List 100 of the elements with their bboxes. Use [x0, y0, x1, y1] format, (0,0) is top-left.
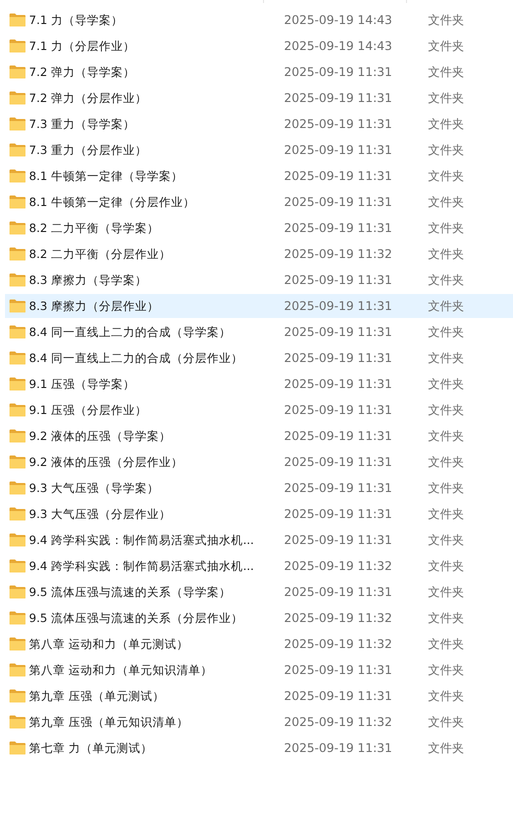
folder-icon: [9, 143, 26, 157]
file-row[interactable]: 9.3 大气压强（分层作业） 2025-09-19 11:31 文件夹: [5, 502, 513, 526]
folder-icon: [9, 507, 26, 521]
file-name: 9.5 流体压强与流速的关系（导学案）: [29, 584, 232, 600]
file-name: 7.2 弹力（导学案）: [29, 64, 136, 80]
folder-icon: [9, 715, 26, 729]
file-row[interactable]: 9.4 跨学科实践：制作简易活塞式抽水机... 2025-09-19 11:32 文件夹: [5, 554, 513, 578]
file-type: 文件夹: [428, 558, 464, 574]
file-row[interactable]: 8.2 二力平衡（导学案） 2025-09-19 11:31 文件夹: [5, 216, 513, 240]
file-name: 8.1 牛顿第一定律（导学案）: [29, 168, 184, 184]
file-row[interactable]: 9.2 液体的压强（导学案） 2025-09-19 11:31 文件夹: [5, 424, 513, 448]
folder-icon: [9, 351, 26, 365]
file-name: 9.3 大气压强（导学案）: [29, 480, 160, 496]
file-row[interactable]: 8.1 牛顿第一定律（分层作业） 2025-09-19 11:31 文件夹: [5, 190, 513, 214]
file-row[interactable]: 9.5 流体压强与流速的关系（分层作业） 2025-09-19 11:32 文件夹: [5, 606, 513, 630]
file-type: 文件夹: [428, 324, 464, 340]
folder-icon: [9, 65, 26, 79]
file-type: 文件夹: [428, 194, 464, 210]
file-name: 9.2 液体的压强（分层作业）: [29, 454, 184, 470]
file-row[interactable]: 第九章 压强（单元知识清单） 2025-09-19 11:32 文件夹: [5, 710, 513, 734]
file-type: 文件夹: [428, 220, 464, 236]
file-row[interactable]: 8.4 同一直线上二力的合成（分层作业） 2025-09-19 11:31 文件夹: [5, 346, 513, 370]
folder-icon: [9, 689, 26, 703]
file-name: 9.2 液体的压强（导学案）: [29, 428, 172, 444]
modified-date: 2025-09-19 11:31: [284, 663, 394, 677]
file-name: 8.4 同一直线上二力的合成（导学案）: [29, 324, 232, 340]
folder-icon: [9, 481, 26, 495]
file-row[interactable]: 第八章 运动和力（单元测试） 2025-09-19 11:32 文件夹: [5, 632, 513, 656]
file-row[interactable]: 7.1 力（导学案） 2025-09-19 14:43 文件夹: [5, 8, 513, 32]
file-name: 9.3 大气压强（分层作业）: [29, 506, 172, 522]
modified-date: 2025-09-19 11:32: [284, 611, 394, 625]
file-type: 文件夹: [428, 584, 464, 600]
file-name: 7.3 重力（分层作业）: [29, 142, 148, 158]
folder-icon: [9, 611, 26, 625]
file-row[interactable]: 7.2 弹力（导学案） 2025-09-19 11:31 文件夹: [5, 60, 513, 84]
file-row[interactable]: 7.3 重力（导学案） 2025-09-19 11:31 文件夹: [5, 112, 513, 136]
file-type: 文件夹: [428, 116, 464, 132]
modified-date: 2025-09-19 11:32: [284, 637, 394, 651]
folder-icon: [9, 39, 26, 53]
file-type: 文件夹: [428, 64, 464, 80]
file-row[interactable]: 7.1 力（分层作业） 2025-09-19 14:43 文件夹: [5, 34, 513, 58]
folder-icon: [9, 221, 26, 235]
file-row[interactable]: 9.3 大气压强（导学案） 2025-09-19 11:31 文件夹: [5, 476, 513, 500]
folder-icon: [9, 325, 26, 339]
file-row[interactable]: 9.4 跨学科实践：制作简易活塞式抽水机... 2025-09-19 11:31 文件夹: [5, 528, 513, 552]
folder-icon: [9, 91, 26, 105]
modified-date: 2025-09-19 11:31: [284, 481, 394, 495]
file-type: 文件夹: [428, 38, 464, 54]
file-name: 9.4 跨学科实践：制作简易活塞式抽水机...: [29, 558, 255, 574]
file-type: 文件夹: [428, 12, 464, 28]
file-row[interactable]: 第八章 运动和力（单元知识清单） 2025-09-19 11:31 文件夹: [5, 658, 513, 682]
folder-icon: [9, 585, 26, 599]
modified-date: 2025-09-19 14:43: [284, 13, 394, 27]
file-row[interactable]: 8.2 二力平衡（分层作业） 2025-09-19 11:32 文件夹: [5, 242, 513, 266]
file-type: 文件夹: [428, 610, 464, 626]
modified-date: 2025-09-19 11:31: [284, 221, 394, 235]
modified-date: 2025-09-19 11:31: [284, 299, 394, 313]
modified-date: 2025-09-19 11:31: [284, 195, 394, 209]
file-row[interactable]: 8.1 牛顿第一定律（导学案） 2025-09-19 11:31 文件夹: [5, 164, 513, 188]
modified-date: 2025-09-19 11:31: [284, 351, 394, 365]
file-type: 文件夹: [428, 272, 464, 288]
modified-date: 2025-09-19 11:31: [284, 169, 394, 183]
file-row[interactable]: 7.3 重力（分层作业） 2025-09-19 11:31 文件夹: [5, 138, 513, 162]
modified-date: 2025-09-19 11:31: [284, 429, 394, 443]
file-type: 文件夹: [428, 636, 464, 652]
file-row[interactable]: 第九章 压强（单元测试） 2025-09-19 11:31 文件夹: [5, 684, 513, 708]
file-row[interactable]: 9.1 压强（分层作业） 2025-09-19 11:31 文件夹: [5, 398, 513, 422]
modified-date: 2025-09-19 11:31: [284, 741, 394, 755]
folder-icon: [9, 299, 26, 313]
file-name: 8.3 摩擦力（分层作业）: [29, 298, 160, 314]
file-type: 文件夹: [428, 506, 464, 522]
modified-date: 2025-09-19 11:32: [284, 715, 394, 729]
folder-icon: [9, 533, 26, 547]
file-type: 文件夹: [428, 454, 464, 470]
file-type: 文件夹: [428, 740, 464, 756]
file-name: 第七章 力（单元测试）: [29, 740, 154, 756]
folder-icon: [9, 429, 26, 443]
file-row[interactable]: 9.2 液体的压强（分层作业） 2025-09-19 11:31 文件夹: [5, 450, 513, 474]
modified-date: 2025-09-19 11:31: [284, 403, 394, 417]
file-name: 8.3 摩擦力（导学案）: [29, 272, 148, 288]
modified-date: 2025-09-19 11:31: [284, 689, 394, 703]
folder-icon: [9, 403, 26, 417]
file-row[interactable]: 8.3 摩擦力（导学案） 2025-09-19 11:31 文件夹: [5, 268, 513, 292]
file-name: 9.1 压强（导学案）: [29, 376, 136, 392]
modified-date: 2025-09-19 14:43: [284, 39, 394, 53]
modified-date: 2025-09-19 11:32: [284, 559, 394, 573]
file-name: 8.2 二力平衡（导学案）: [29, 220, 160, 236]
modified-date: 2025-09-19 11:32: [284, 247, 394, 261]
file-row[interactable]: 第七章 力（单元测试） 2025-09-19 11:31 文件夹: [5, 736, 513, 760]
modified-date: 2025-09-19 11:31: [284, 91, 394, 105]
file-row[interactable]: 7.2 弹力（分层作业） 2025-09-19 11:31 文件夹: [5, 86, 513, 110]
file-name: 8.2 二力平衡（分层作业）: [29, 246, 172, 262]
file-row[interactable]: 8.3 摩擦力（分层作业） 2025-09-19 11:31 文件夹: [5, 294, 513, 318]
file-row[interactable]: 9.1 压强（导学案） 2025-09-19 11:31 文件夹: [5, 372, 513, 396]
file-row[interactable]: 9.5 流体压强与流速的关系（导学案） 2025-09-19 11:31 文件夹: [5, 580, 513, 604]
file-type: 文件夹: [428, 480, 464, 496]
file-row[interactable]: 8.4 同一直线上二力的合成（导学案） 2025-09-19 11:31 文件夹: [5, 320, 513, 344]
file-name: 7.1 力（导学案）: [29, 12, 124, 28]
modified-date: 2025-09-19 11:31: [284, 117, 394, 131]
folder-icon: [9, 663, 26, 677]
